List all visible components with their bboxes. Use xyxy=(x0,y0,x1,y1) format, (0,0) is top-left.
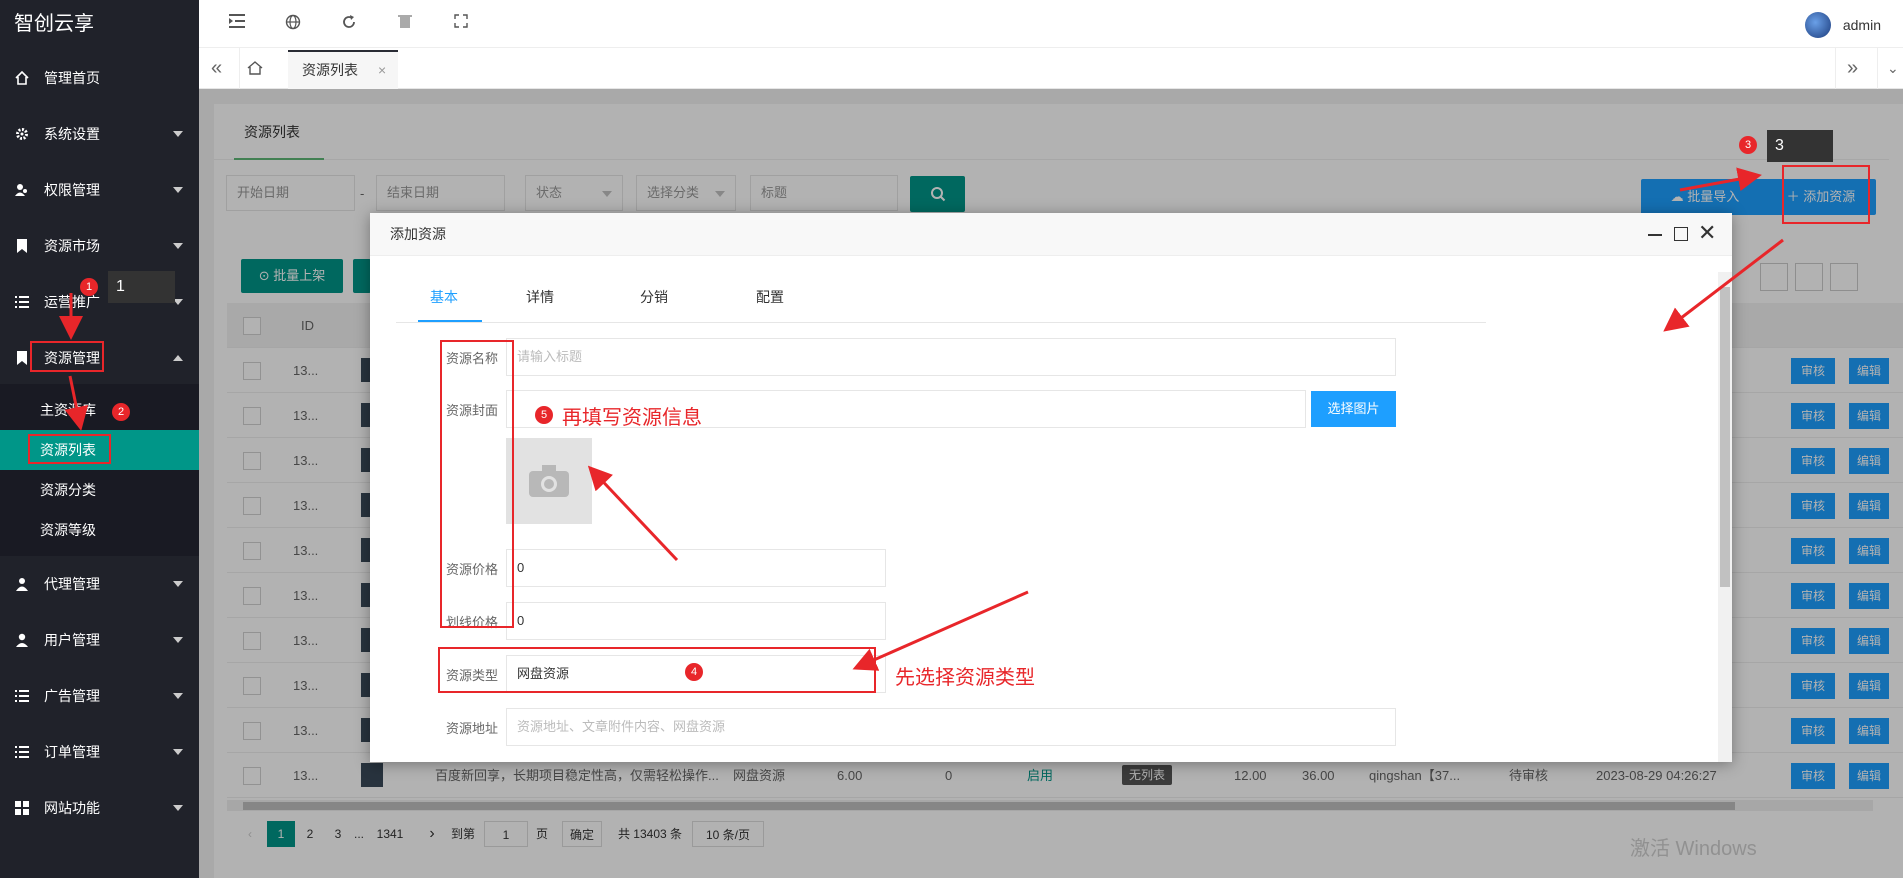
annotation-box-add-resource xyxy=(1782,165,1870,224)
resource-price-input[interactable]: 0 xyxy=(506,549,886,587)
sidebar-item-label: 网站功能 xyxy=(44,800,100,816)
user-group-icon xyxy=(14,576,30,592)
annotation-box-resource-mgmt xyxy=(30,341,104,372)
chevron-down-icon xyxy=(173,187,183,193)
tab-bar: « » ⌄ xyxy=(199,48,1903,89)
tab-scroll-left-icon[interactable]: « xyxy=(211,58,222,78)
app-logo[interactable]: 智创云享 xyxy=(0,0,199,48)
dialog-tab-basic[interactable]: 基本 xyxy=(430,272,458,322)
fullscreen-icon[interactable] xyxy=(451,14,471,34)
user-icon xyxy=(14,632,30,648)
bookmark-icon xyxy=(14,238,30,254)
maximize-icon[interactable] xyxy=(1674,227,1688,241)
chevron-down-icon[interactable]: ⌄ xyxy=(1887,60,1899,77)
divider xyxy=(1835,48,1836,89)
annotation-badge-5: 5 xyxy=(535,406,553,424)
list-icon xyxy=(14,688,30,704)
chevron-up-icon xyxy=(173,355,183,361)
choose-image-button[interactable]: 选择图片 xyxy=(1311,391,1396,427)
sidebar-item-users[interactable]: 用户管理 xyxy=(0,612,199,668)
annotation-badge-4: 4 xyxy=(685,663,703,681)
menu-fold-icon[interactable] xyxy=(227,14,247,34)
sidebar-item-home[interactable]: 管理首页 xyxy=(0,50,199,106)
dialog-tab-detail[interactable]: 详情 xyxy=(526,272,554,322)
sidebar-item-site[interactable]: 网站功能 xyxy=(0,780,199,836)
sidebar-item-agent[interactable]: 代理管理 xyxy=(0,556,199,612)
annotation-badge-2: 2 xyxy=(112,403,130,421)
submenu-item-main-library[interactable]: 主资源库 xyxy=(0,390,199,430)
grid-icon xyxy=(14,800,30,816)
gear-icon xyxy=(14,126,30,142)
camera-icon xyxy=(529,465,569,497)
sidebar-item-label: 资源市场 xyxy=(44,238,100,254)
sidebar-item-label: 管理首页 xyxy=(44,70,100,86)
close-icon[interactable]: × xyxy=(378,52,386,88)
annotation-box-resource-list xyxy=(28,434,111,464)
topbar: admin xyxy=(199,0,1903,48)
strike-price-input[interactable]: 0 xyxy=(506,602,886,640)
globe-icon[interactable] xyxy=(283,14,303,34)
tab-label: 资源列表 xyxy=(302,62,358,78)
sidebar-item-label: 系统设置 xyxy=(44,126,100,142)
avatar xyxy=(1804,12,1831,38)
sidebar-item-label: 订单管理 xyxy=(44,744,100,760)
users-icon xyxy=(14,182,30,198)
close-icon[interactable]: ✕ xyxy=(1698,219,1716,247)
sidebar-item-label: 权限管理 xyxy=(44,182,100,198)
annotation-text-fill-info: 再填写资源信息 xyxy=(562,407,702,429)
annotation-tip-3: 3 xyxy=(1767,130,1833,162)
list-icon xyxy=(14,294,30,310)
annotation-badge-3: 3 xyxy=(1739,136,1757,154)
username: admin xyxy=(1842,17,1881,33)
dialog-tab-divider xyxy=(396,322,1486,323)
submenu-item-category[interactable]: 资源分类 xyxy=(0,470,199,510)
divider xyxy=(1877,48,1878,89)
sidebar-item-permission[interactable]: 权限管理 xyxy=(0,162,199,218)
sidebar-item-system[interactable]: 系统设置 xyxy=(0,106,199,162)
annotation-tip-1: 1 xyxy=(108,271,175,303)
sidebar-item-ads[interactable]: 广告管理 xyxy=(0,668,199,724)
trash-icon[interactable] xyxy=(395,14,415,34)
sidebar-item-market[interactable]: 资源市场 xyxy=(0,218,199,274)
dialog-title: 添加资源 xyxy=(390,226,446,242)
dialog-tab-config[interactable]: 配置 xyxy=(756,272,784,322)
sidebar-item-orders[interactable]: 订单管理 xyxy=(0,724,199,780)
user-menu[interactable]: admin xyxy=(1804,12,1881,38)
chevron-down-icon xyxy=(173,693,183,699)
chevron-down-icon xyxy=(173,637,183,643)
tab-resource-list[interactable]: 资源列表 × xyxy=(288,50,398,89)
sidebar-item-label: 代理管理 xyxy=(44,576,100,592)
annotation-box-labels xyxy=(440,340,514,628)
dialog-scrollbar-thumb[interactable] xyxy=(1720,287,1730,587)
sidebar-item-label: 用户管理 xyxy=(44,632,100,648)
home-tab-icon[interactable] xyxy=(247,60,263,79)
chevron-down-icon xyxy=(173,243,183,249)
annotation-box-resource-type xyxy=(438,647,876,693)
annotation-text-select-type: 先选择资源类型 xyxy=(895,667,1035,689)
resource-name-input[interactable]: 请输入标题 xyxy=(506,338,1396,376)
sidebar-item-label: 广告管理 xyxy=(44,688,100,704)
submenu-item-level[interactable]: 资源等级 xyxy=(0,510,199,550)
chevron-down-icon xyxy=(173,749,183,755)
minimize-icon[interactable] xyxy=(1648,234,1662,236)
active-tab-indicator xyxy=(418,320,482,322)
list-icon xyxy=(14,744,30,760)
chevron-down-icon xyxy=(173,131,183,137)
annotation-badge-1: 1 xyxy=(80,278,98,296)
divider xyxy=(239,48,240,89)
tab-scroll-right-icon[interactable]: » xyxy=(1847,58,1858,78)
resource-url-label: 资源地址 xyxy=(446,721,499,736)
dialog-header: 添加资源 xyxy=(370,213,1732,256)
chevron-down-icon xyxy=(173,805,183,811)
resource-url-input[interactable]: 资源地址、文章附件内容、网盘资源 xyxy=(506,708,1396,746)
dialog-tab-distribution[interactable]: 分销 xyxy=(640,272,668,322)
cover-preview[interactable] xyxy=(506,438,592,524)
home-icon xyxy=(14,70,30,86)
refresh-icon[interactable] xyxy=(339,14,359,34)
chevron-down-icon xyxy=(173,581,183,587)
bookmark-icon xyxy=(14,350,30,366)
